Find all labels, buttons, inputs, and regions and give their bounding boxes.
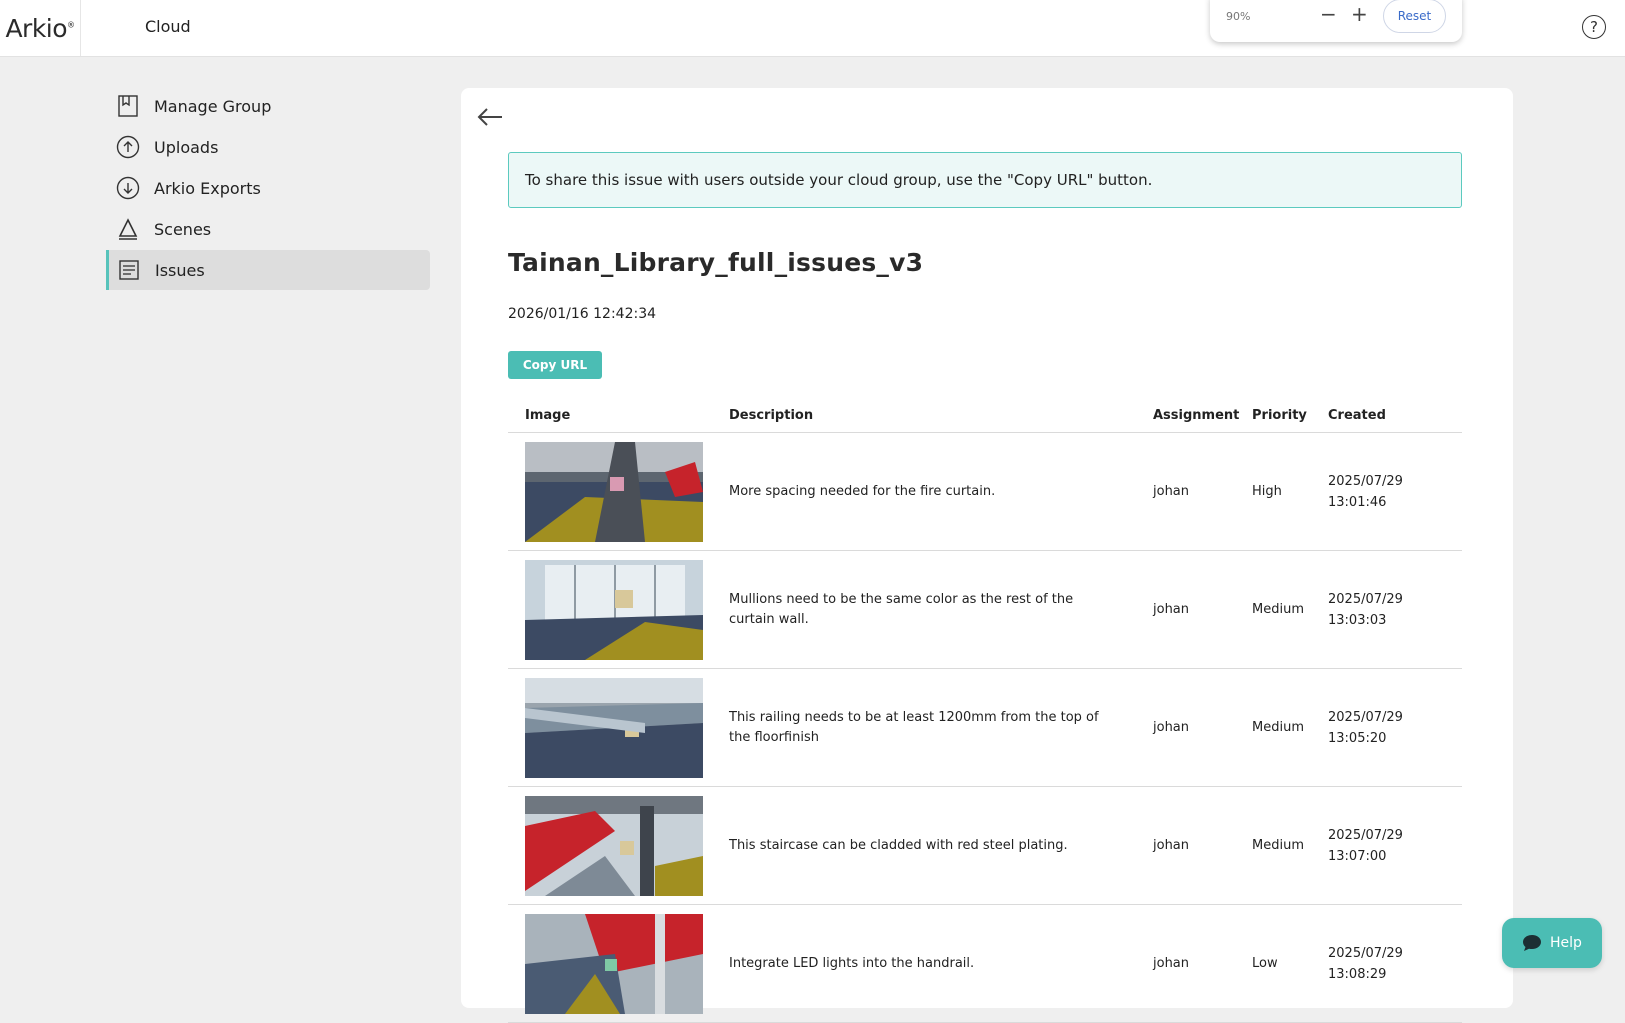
sidebar-item-label: Issues — [155, 260, 205, 280]
assignment-cell: johan — [1153, 668, 1252, 787]
description-cell: This staircase can be cladded with red s… — [729, 786, 1153, 905]
sidebar-item-label: Manage Group — [154, 96, 272, 116]
issues-icon — [117, 258, 141, 282]
copy-url-button[interactable]: Copy URL — [508, 351, 602, 379]
table-row[interactable]: Mullions need to be the same color as th… — [508, 550, 1462, 669]
column-header-description: Description — [729, 398, 1153, 433]
bookmark-icon — [116, 94, 140, 118]
download-icon — [116, 176, 140, 200]
table-row[interactable]: More spacing needed for the fire curtain… — [508, 432, 1462, 551]
image-cell — [508, 904, 729, 1023]
issues-table: Image Description Assignment Priority Cr… — [508, 398, 1462, 1023]
column-header-priority: Priority — [1252, 398, 1328, 433]
logo-container[interactable]: Arkio® — [0, 0, 81, 56]
zoom-in-button[interactable]: + — [1351, 4, 1368, 24]
assignment-cell: johan — [1153, 550, 1252, 669]
image-cell — [508, 668, 729, 787]
issue-thumbnail[interactable] — [525, 677, 703, 778]
priority-cell: Medium — [1252, 550, 1328, 669]
description-cell: This railing needs to be at least 1200mm… — [729, 668, 1153, 787]
zoom-reset-button[interactable]: Reset — [1383, 0, 1446, 33]
table-row[interactable]: This railing needs to be at least 1200mm… — [508, 668, 1462, 787]
zoom-control: 90% − + Reset — [1210, 0, 1462, 42]
app-title: Cloud — [145, 17, 191, 36]
column-header-assignment: Assignment — [1153, 398, 1252, 433]
sidebar-item-label: Uploads — [154, 137, 219, 157]
arkio-logo: Arkio® — [5, 13, 75, 43]
description-cell: Integrate LED lights into the handrail. — [729, 904, 1153, 1023]
help-label: Help — [1550, 935, 1582, 951]
chat-bubble-icon — [1523, 935, 1542, 951]
created-cell: 2025/07/29 13:07:00 — [1328, 786, 1462, 905]
image-cell — [508, 550, 729, 669]
share-notice: To share this issue with users outside y… — [508, 152, 1462, 208]
assignment-cell: johan — [1153, 432, 1252, 551]
sidebar-item-scenes[interactable]: Scenes — [106, 209, 430, 249]
priority-cell: High — [1252, 432, 1328, 551]
created-cell: 2025/07/29 13:03:03 — [1328, 550, 1462, 669]
table-row[interactable]: Integrate LED lights into the handrail. … — [508, 904, 1462, 1023]
column-header-created: Created — [1328, 398, 1462, 433]
issue-detail-card: To share this issue with users outside y… — [461, 88, 1513, 1023]
help-chat-button[interactable]: Help — [1502, 918, 1602, 968]
image-cell — [508, 786, 729, 905]
sidebar-item-label: Scenes — [154, 219, 212, 239]
table-row[interactable]: This staircase can be cladded with red s… — [508, 786, 1462, 905]
table-header-row: Image Description Assignment Priority Cr… — [508, 398, 1462, 433]
help-circle-icon[interactable]: ? — [1582, 15, 1606, 39]
priority-cell: Medium — [1252, 668, 1328, 787]
description-cell: More spacing needed for the fire curtain… — [729, 432, 1153, 551]
created-cell: 2025/07/29 13:05:20 — [1328, 668, 1462, 787]
issue-thumbnail[interactable] — [525, 795, 703, 896]
sidebar-item-issues[interactable]: Issues — [106, 250, 430, 290]
created-cell: 2025/07/29 13:08:29 — [1328, 904, 1462, 1023]
sidebar-item-arkio-exports[interactable]: Arkio Exports — [106, 168, 430, 208]
scene-icon — [116, 217, 140, 241]
sidebar-item-uploads[interactable]: Uploads — [106, 127, 430, 167]
sidebar-item-manage-group[interactable]: Manage Group — [106, 86, 430, 126]
top-bar: Arkio® Cloud 90% − + Reset ? — [0, 0, 1625, 57]
assignment-cell: johan — [1153, 786, 1252, 905]
assignment-cell: johan — [1153, 904, 1252, 1023]
zoom-out-button[interactable]: − — [1320, 4, 1337, 24]
priority-cell: Low — [1252, 904, 1328, 1023]
description-cell: Mullions need to be the same color as th… — [729, 550, 1153, 669]
column-header-image: Image — [508, 398, 729, 433]
image-cell — [508, 432, 729, 551]
back-arrow-icon[interactable] — [475, 102, 505, 132]
upload-icon — [116, 135, 140, 159]
issue-thumbnail[interactable] — [525, 441, 703, 542]
issue-thumbnail[interactable] — [525, 913, 703, 1014]
sidebar-item-label: Arkio Exports — [154, 178, 261, 198]
issue-date: 2026/01/16 12:42:34 — [508, 306, 657, 322]
created-cell: 2025/07/29 13:01:46 — [1328, 432, 1462, 551]
zoom-level: 90% — [1226, 10, 1251, 23]
page-title: Tainan_Library_full_issues_v3 — [508, 248, 924, 277]
issue-thumbnail[interactable] — [525, 559, 703, 660]
priority-cell: Medium — [1252, 786, 1328, 905]
sidebar: Manage Group Uploads Arkio Exports Scene… — [106, 86, 430, 291]
